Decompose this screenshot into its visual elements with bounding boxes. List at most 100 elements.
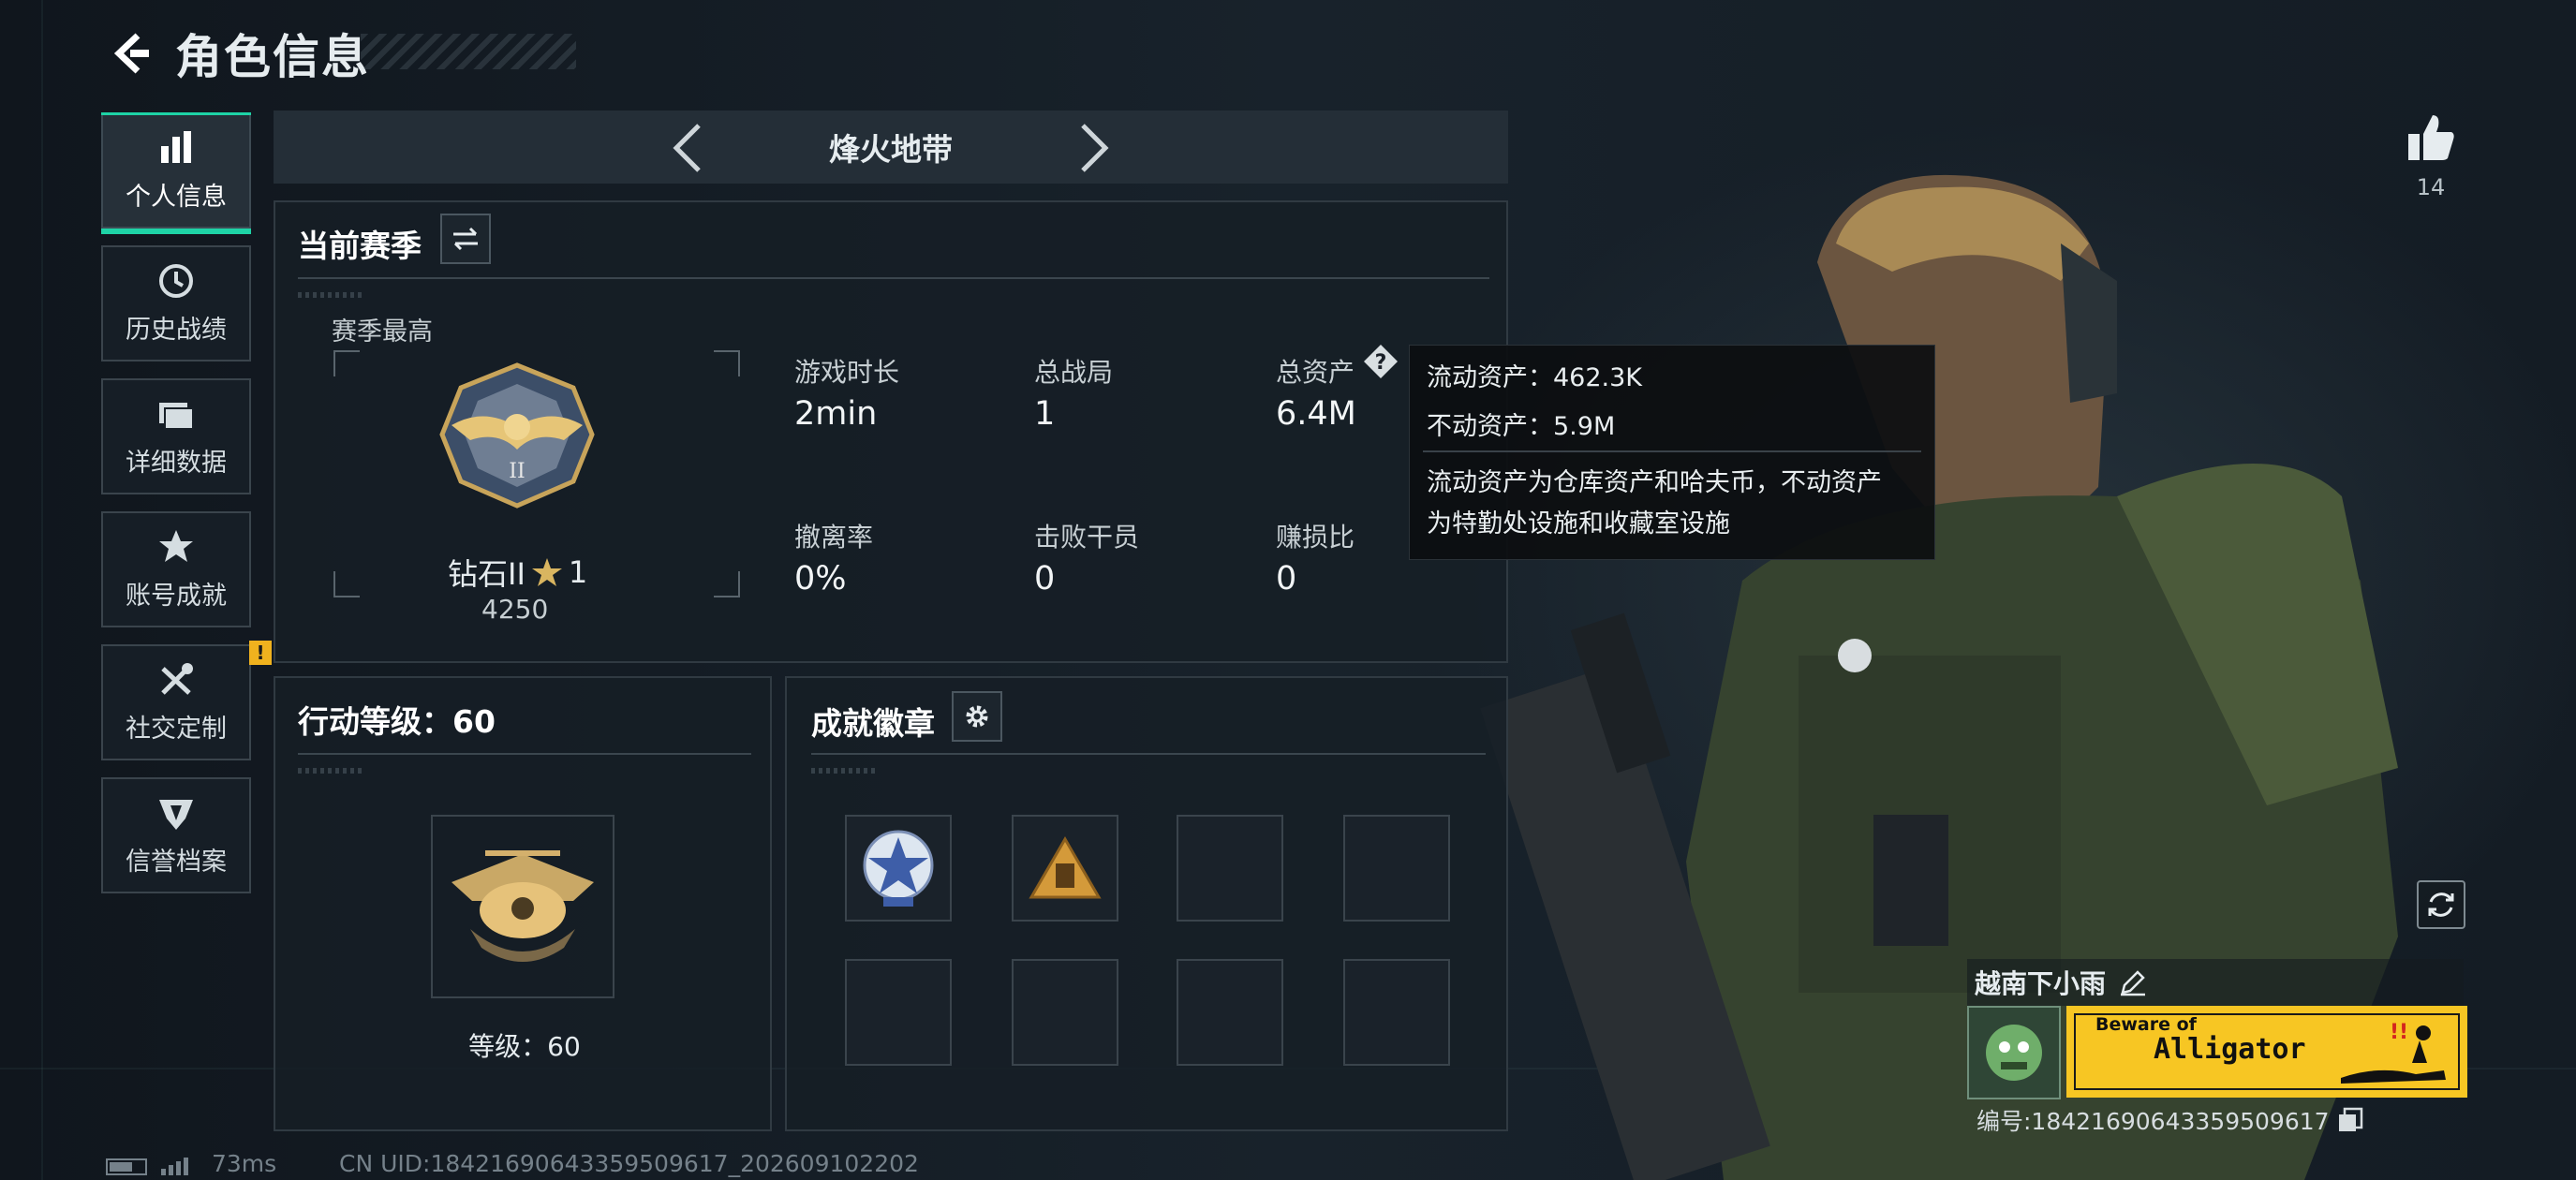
footer-uid: CN UID:18421690643359509617_202609102202 <box>339 1150 919 1177</box>
sidebar-item-history[interactable]: 历史战绩 <box>101 245 251 361</box>
help-icon: ? <box>1364 345 1398 378</box>
title-decoration <box>361 34 576 69</box>
rank-name: 钻石II <box>448 556 526 592</box>
badge-slot-empty[interactable] <box>1177 815 1283 922</box>
frame-corner <box>714 350 740 376</box>
sidebar-item-credit[interactable]: 信誉档案 <box>101 777 251 893</box>
stat-value: 0% <box>794 560 847 597</box>
tooltip-liquid-assets: 流动资产：462.3K <box>1427 363 1643 392</box>
like-button[interactable] <box>2398 105 2464 170</box>
tools-icon <box>161 662 193 695</box>
avatar[interactable] <box>1967 1006 2061 1099</box>
level-panel: 行动等级：60 等级：60 <box>274 676 772 1131</box>
badge-slot-empty[interactable] <box>1343 959 1450 1066</box>
helicopter-emblem-icon <box>452 850 594 962</box>
rank-stars: 1 <box>568 554 588 590</box>
chevron-left-icon <box>113 33 149 74</box>
ping-readout: 73ms <box>212 1150 277 1177</box>
bar-chart-icon <box>161 130 191 163</box>
chevron-left-icon <box>673 124 701 172</box>
rank-emblem-icon: II <box>439 362 595 509</box>
divider <box>298 277 1489 279</box>
triangle-badge-icon <box>1029 836 1102 899</box>
level-title: 行动等级：60 <box>298 703 496 740</box>
player-uid-row: 编号:18421690643359509617 <box>1976 1103 2363 1137</box>
avatar-image <box>1969 1008 2059 1098</box>
battery-signal-icon <box>106 1158 188 1175</box>
alligator-warning-icon: !! <box>2341 1021 2446 1084</box>
chevron-right-icon <box>1081 124 1109 172</box>
badge-slot[interactable] <box>845 815 952 922</box>
badge-slot[interactable] <box>1012 815 1118 922</box>
badge-slot-empty[interactable] <box>1177 959 1283 1066</box>
divider <box>811 753 1486 755</box>
sidebar-item-detailed-data[interactable]: 详细数据 <box>101 378 251 494</box>
player-uid: 编号:18421690643359509617 <box>1976 1108 2330 1135</box>
sidebar-item-social[interactable]: 社交定制 ! <box>101 641 272 760</box>
badges-panel: 成就徽章 <box>785 676 1508 1131</box>
rotate-character-button[interactable] <box>2417 880 2465 929</box>
sidebar-item-personal-info[interactable]: 个人信息 <box>101 112 251 234</box>
sidebar-item-label: 个人信息 <box>126 182 227 212</box>
stat-label: 赚损比 <box>1276 522 1355 553</box>
badges-title: 成就徽章 <box>811 705 935 742</box>
rank-score: 4250 <box>481 594 549 625</box>
prev-mode-button[interactable] <box>659 120 716 176</box>
tooltip-fixed-assets: 不动资产：5.9M <box>1427 412 1616 441</box>
page-title: 角色信息 <box>175 30 370 84</box>
stat-label: 总资产 <box>1276 357 1355 388</box>
nameplate-banner[interactable]: Beware of Alligator !! <box>2066 1006 2467 1098</box>
copy-icon[interactable] <box>2337 1107 2363 1133</box>
thumbs-up-icon <box>2408 115 2454 160</box>
switch-season-button[interactable] <box>440 214 491 264</box>
refresh-icon <box>2428 892 2454 917</box>
asset-help-button[interactable]: ? <box>1362 343 1399 380</box>
divider-decoration <box>298 768 363 774</box>
badge-slot-empty[interactable] <box>1012 959 1118 1066</box>
stat-value: 1 <box>1034 395 1056 433</box>
svg-text:!!: !! <box>2390 1021 2408 1044</box>
banner-text-small: Beware of <box>2095 1014 2197 1035</box>
stat-value: 2min <box>794 395 878 433</box>
season-panel: 当前赛季 赛季最高 II 钻石II 1 4250 游戏时长 2min 总战局 1… <box>274 200 1508 663</box>
sidebar-item-achievements[interactable]: 账号成就 <box>101 511 251 627</box>
svg-text:II: II <box>509 460 525 483</box>
stat-value: 6.4M <box>1276 395 1356 433</box>
asset-tooltip: 流动资产：462.3K 不动资产：5.9M 流动资产为仓库资产和哈夫币，不动资产… <box>1409 345 1935 560</box>
tooltip-divider <box>1423 450 1921 452</box>
banner-text-large: Alligator <box>2154 1033 2306 1066</box>
frame-corner <box>333 571 360 597</box>
badge-slot-empty[interactable] <box>845 959 952 1066</box>
badge-settings-button[interactable] <box>952 691 1002 742</box>
player-name: 越南下小雨 <box>1975 968 2107 999</box>
badge-slot-empty[interactable] <box>1343 815 1450 922</box>
clock-icon <box>159 263 193 298</box>
emblem-icon <box>159 799 193 830</box>
edit-icon[interactable] <box>2119 968 2147 996</box>
divider <box>298 753 751 755</box>
player-name-row: 越南下小雨 <box>1967 959 2464 1006</box>
rank-name-row: 钻石II 1 <box>448 551 587 594</box>
svg-text:?: ? <box>1375 351 1387 375</box>
frame-corner <box>714 571 740 597</box>
mode-name: 烽火地带 <box>829 131 953 168</box>
gear-icon <box>966 705 988 728</box>
warning-badge: ! <box>249 641 272 665</box>
next-mode-button[interactable] <box>1066 120 1122 176</box>
season-peak-label: 赛季最高 <box>332 317 433 347</box>
stat-label: 击败干员 <box>1034 522 1140 553</box>
star-icon <box>531 558 562 586</box>
sidebar-item-label: 详细数据 <box>126 448 227 478</box>
level-label: 等级：60 <box>468 1031 581 1062</box>
sidebar-item-label: 历史战绩 <box>126 315 227 345</box>
frame-corner <box>333 350 360 376</box>
stat-value: 0 <box>1034 560 1056 597</box>
back-button[interactable] <box>98 21 164 86</box>
grid-line <box>41 0 43 1180</box>
sidebar-item-label: 社交定制 <box>126 714 227 744</box>
stat-label: 游戏时长 <box>794 357 900 388</box>
like-count: 14 <box>2416 174 2446 200</box>
divider-decoration <box>811 768 877 774</box>
level-emblem-frame <box>431 815 614 998</box>
season-title: 当前赛季 <box>298 228 422 264</box>
